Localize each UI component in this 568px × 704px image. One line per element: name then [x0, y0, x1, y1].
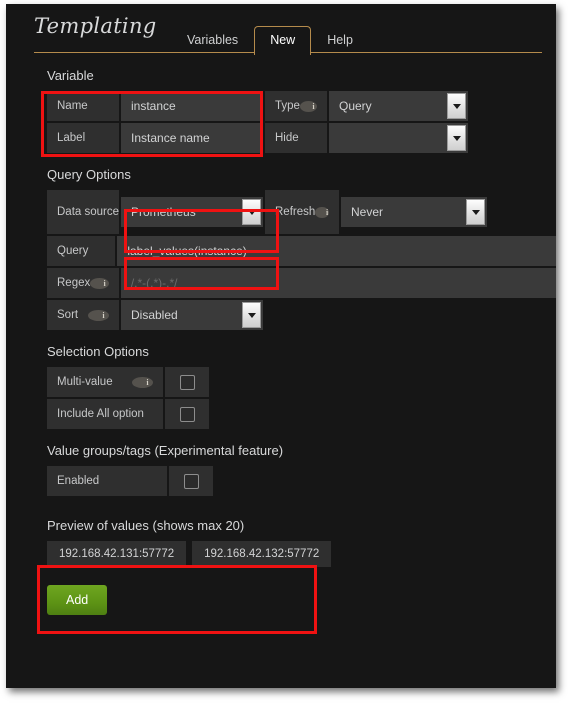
- checkbox-include-all[interactable]: [179, 406, 195, 422]
- checkbox-cell-multi-value[interactable]: [165, 367, 209, 397]
- input-variable-label[interactable]: Instance name: [121, 123, 263, 153]
- templating-panel: Templating Variables New Help Variable N…: [6, 4, 556, 688]
- select-variable-type-value: Query: [339, 99, 372, 113]
- label-type-text: Type: [275, 100, 300, 112]
- info-icon-type[interactable]: i: [299, 100, 317, 112]
- label-value-groups-enabled: Enabled: [47, 466, 167, 496]
- select-variable-hide-value: [329, 123, 447, 153]
- label-multi-value-text: Multi-value: [57, 376, 113, 388]
- checkbox-value-groups-enabled[interactable]: [183, 473, 199, 489]
- row-multi-value: Multi-value i: [47, 367, 556, 397]
- row-datasource: Data source Prometheus Refresh i Never: [47, 190, 556, 234]
- label-refresh-text: Refresh: [275, 206, 316, 218]
- tab-new[interactable]: New: [254, 26, 312, 55]
- label-regex: Regex i: [47, 268, 119, 298]
- section-title-preview: Preview of values (shows max 20): [47, 518, 245, 533]
- section-title-variable: Variable: [47, 68, 94, 83]
- info-icon-refresh[interactable]: i: [315, 206, 329, 218]
- label-sort: Sort i: [47, 300, 119, 330]
- tab-help[interactable]: Help: [311, 26, 369, 55]
- chevron-down-icon[interactable]: [466, 199, 485, 225]
- label-include-all: Include All option: [47, 399, 163, 429]
- label-query: Query: [47, 236, 116, 266]
- select-datasource[interactable]: Prometheus: [121, 197, 263, 227]
- checkbox-cell-include-all[interactable]: [165, 399, 209, 429]
- screenshot-root: Templating Variables New Help Variable N…: [0, 0, 568, 704]
- row-value-groups-enabled: Enabled: [47, 466, 556, 496]
- label-type: Type i: [265, 91, 327, 121]
- row-query: Query label_values(instance): [47, 236, 556, 266]
- row-sort: Sort i Disabled: [47, 300, 556, 330]
- label-sort-text: Sort: [57, 309, 79, 321]
- section-title-value-groups: Value groups/tags (Experimental feature): [47, 443, 284, 458]
- add-button[interactable]: Add: [47, 585, 108, 615]
- chevron-down-icon[interactable]: [242, 302, 261, 328]
- chevron-down-icon[interactable]: [447, 93, 466, 119]
- input-query[interactable]: label_values(instance): [117, 236, 556, 266]
- preview-value-item: 192.168.42.131:57772: [47, 541, 187, 567]
- label-hide: Hide: [265, 123, 327, 153]
- label-name: Name: [47, 91, 119, 121]
- row-variable-label: Label Instance name Hide: [47, 123, 556, 153]
- label-datasource-text: Data source: [57, 205, 120, 218]
- row-include-all: Include All option: [47, 399, 556, 429]
- select-datasource-value: Prometheus: [131, 205, 196, 219]
- select-sort[interactable]: Disabled: [121, 300, 263, 330]
- info-icon-multi-value[interactable]: i: [132, 376, 153, 388]
- select-refresh[interactable]: Never: [341, 197, 487, 227]
- label-refresh: Refresh i: [265, 190, 339, 234]
- preview-value-item: 192.168.42.132:57772: [192, 541, 332, 567]
- select-variable-type[interactable]: Query: [329, 91, 468, 121]
- select-variable-hide[interactable]: [329, 123, 468, 153]
- panel-header: Templating Variables New Help: [6, 4, 556, 55]
- input-variable-name[interactable]: instance: [121, 91, 263, 121]
- preview-values-list: 192.168.42.131:57772 192.168.42.132:5777…: [47, 541, 556, 567]
- input-regex[interactable]: /.*-(.*)-.*/: [120, 268, 556, 298]
- panel-body: Variable Name instance Type i Query Labe…: [6, 54, 556, 615]
- label-multi-value: Multi-value i: [47, 367, 163, 397]
- checkbox-multi-value[interactable]: [179, 374, 195, 390]
- page-title: Templating: [34, 14, 157, 38]
- chevron-down-icon[interactable]: [242, 199, 261, 225]
- row-variable-name: Name instance Type i Query: [47, 91, 556, 121]
- select-sort-value: Disabled: [131, 308, 178, 322]
- chevron-down-icon[interactable]: [447, 125, 466, 151]
- tab-variables[interactable]: Variables: [171, 26, 254, 55]
- info-icon-sort[interactable]: i: [88, 309, 109, 321]
- tab-bar: Variables New Help: [171, 20, 369, 55]
- row-regex: Regex i /.*-(.*)-.*/: [47, 268, 556, 298]
- select-refresh-value: Never: [351, 205, 384, 219]
- section-title-selection-options: Selection Options: [47, 344, 149, 359]
- label-regex-text: Regex: [57, 277, 91, 289]
- label-datasource: Data source: [47, 190, 119, 234]
- label-label: Label: [47, 123, 119, 153]
- info-icon-regex[interactable]: i: [90, 277, 109, 289]
- checkbox-cell-value-groups-enabled[interactable]: [169, 466, 213, 496]
- section-title-query-options: Query Options: [47, 167, 131, 182]
